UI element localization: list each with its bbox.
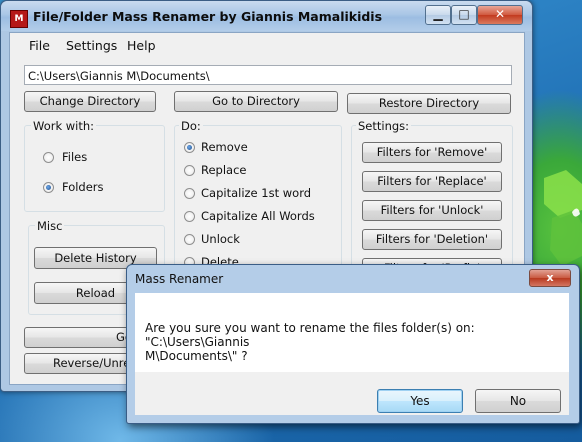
filters-deletion-button[interactable]: Filters for 'Deletion'	[362, 229, 502, 250]
files-radio[interactable]	[43, 152, 54, 163]
work-with-group: Work with: Files Folders	[24, 119, 165, 212]
dialog-close-button[interactable]: x	[529, 269, 571, 287]
unlock-radio[interactable]	[184, 234, 195, 245]
folders-radio[interactable]	[43, 182, 54, 193]
maximize-button[interactable]: □	[451, 5, 477, 25]
app-logo-icon: M	[10, 10, 28, 28]
minimize-button[interactable]: ▁	[425, 5, 451, 25]
dialog-message-line2: M\Documents\" ?	[145, 349, 248, 363]
remove-radio-label: Remove	[201, 140, 248, 154]
capitalize-first-word-radio[interactable]	[184, 188, 195, 199]
restore-directory-button[interactable]: Restore Directory	[347, 93, 511, 114]
window-title: File/Folder Mass Renamer by Giannis Mama…	[33, 9, 383, 24]
folders-radio-label: Folders	[62, 180, 104, 194]
close-icon: ✕	[494, 7, 506, 21]
dialog-footer: Yes No	[135, 372, 569, 415]
filters-unlock-button[interactable]: Filters for 'Unlock'	[362, 200, 502, 221]
change-directory-button[interactable]: Change Directory	[24, 91, 156, 112]
capitalize-all-words-radio[interactable]	[184, 211, 195, 222]
confirm-dialog: Mass Renamer x Are you sure you want to …	[126, 264, 580, 424]
dialog-body: Are you sure you want to rename the file…	[135, 293, 569, 372]
unlock-radio-label: Unlock	[201, 232, 240, 246]
remove-radio[interactable]	[184, 142, 195, 153]
menu-file[interactable]: File	[29, 38, 50, 53]
work-with-label: Work with:	[31, 119, 97, 133]
filters-replace-button[interactable]: Filters for 'Replace'	[362, 171, 502, 192]
filters-remove-button[interactable]: Filters for 'Remove'	[362, 142, 502, 163]
menu-help[interactable]: Help	[127, 38, 156, 53]
go-to-directory-button[interactable]: Go to Directory	[174, 91, 338, 112]
files-radio-label: Files	[62, 150, 88, 164]
dialog-title: Mass Renamer	[135, 272, 224, 286]
directory-path-input[interactable]: C:\Users\Giannis M\Documents\	[24, 65, 512, 85]
capitalize-all-words-label: Capitalize All Words	[201, 209, 315, 223]
replace-radio-label: Replace	[201, 163, 247, 177]
no-button[interactable]: No	[475, 389, 561, 413]
dialog-message: Are you sure you want to rename the file…	[145, 321, 565, 363]
maximize-icon: □	[458, 7, 470, 21]
minimize-icon: ▁	[433, 7, 443, 21]
dialog-message-line1: Are you sure you want to rename the file…	[145, 321, 475, 349]
dialog-close-icon: x	[546, 271, 554, 284]
do-label: Do:	[179, 119, 203, 133]
misc-label: Misc	[35, 219, 65, 233]
replace-radio[interactable]	[184, 165, 195, 176]
title-bar[interactable]: M File/Folder Mass Renamer by Giannis Ma…	[1, 1, 532, 31]
settings-label: Settings:	[356, 119, 412, 133]
yes-button[interactable]: Yes	[377, 389, 463, 413]
menu-bar: File Settings Help	[10, 33, 524, 57]
close-button[interactable]: ✕	[477, 5, 523, 25]
capitalize-first-word-label: Capitalize 1st word	[201, 186, 312, 200]
menu-settings[interactable]: Settings	[66, 38, 117, 53]
